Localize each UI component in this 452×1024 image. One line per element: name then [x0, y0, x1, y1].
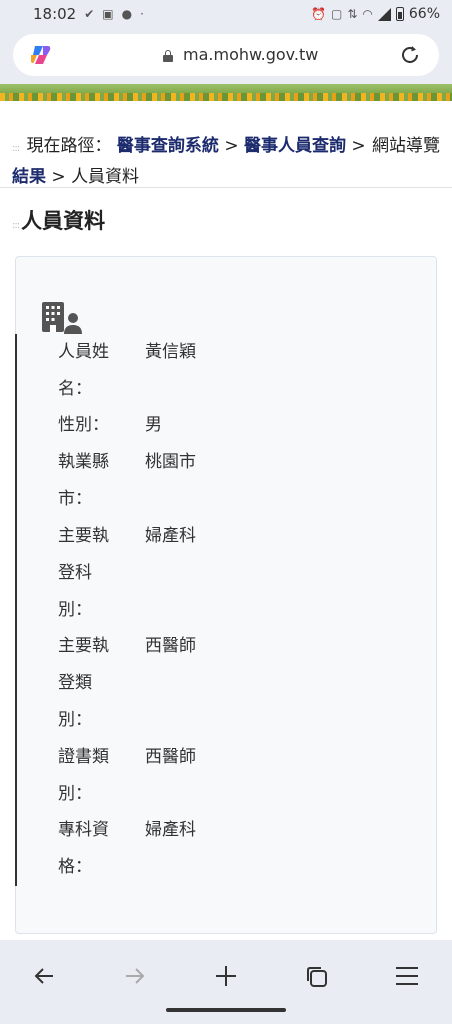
site-nav-link[interactable]: 網站導覽 — [364, 132, 440, 160]
label-city: 執業縣市： — [58, 452, 109, 509]
dot-icon: · — [140, 7, 144, 21]
card-accent-line — [15, 334, 17, 886]
battery-icon — [395, 7, 404, 21]
alarm-icon: ⏰ — [311, 7, 326, 21]
title-dots: ::: — [12, 220, 20, 231]
copilot-icon[interactable] — [29, 43, 53, 67]
value-specialty: 婦產科 — [145, 820, 196, 840]
reload-icon[interactable] — [399, 44, 421, 66]
tabs-icon — [307, 967, 327, 987]
info-row-category: 主要執登類別： 西醫師 — [58, 628, 418, 739]
label-specialty: 專科資格： — [58, 820, 109, 877]
image-icon: ▣ — [102, 7, 114, 21]
value-name: 黃信穎 — [145, 342, 196, 362]
value-category: 西醫師 — [145, 636, 196, 656]
nfc-icon: ▢ — [330, 7, 343, 21]
value-certificate: 西醫師 — [145, 747, 196, 767]
breadcrumb-prefix: 現在路徑： — [26, 136, 112, 156]
status-time: 18:02 — [33, 5, 77, 23]
battery-percent: 66% — [408, 6, 440, 22]
status-bar: 18:02 ✔ ▣ ● · ⏰ ▢ ⇅ ◠ 66% — [0, 0, 452, 28]
new-tab-button[interactable] — [206, 956, 246, 996]
info-row-specialty: 專科資格： 婦產科 — [58, 812, 418, 886]
url-text[interactable]: ma.mohw.gov.tw — [183, 45, 318, 64]
browser-toolbar: ma.mohw.gov.tw — [0, 28, 452, 84]
check-circle-icon: ✔ — [84, 7, 95, 21]
divider — [0, 187, 452, 188]
address-bar[interactable]: ma.mohw.gov.tw — [13, 34, 439, 76]
value-department: 婦產科 — [145, 526, 196, 546]
label-department: 主要執登科別： — [58, 526, 109, 620]
site-banner — [0, 84, 452, 101]
breadcrumb-separator: > — [51, 167, 72, 187]
info-row-certificate: 證書類別： 西醫師 — [58, 739, 418, 813]
org-person-icon — [42, 302, 82, 334]
value-city: 桃園市 — [145, 452, 196, 472]
breadcrumb-link-staff-query[interactable]: 醫事人員查詢 — [244, 136, 346, 156]
label-gender: 性別： — [58, 415, 109, 435]
label-name: 人員姓名： — [58, 342, 109, 399]
label-certificate: 證書類別： — [58, 747, 109, 804]
forward-button[interactable] — [115, 956, 155, 996]
value-gender: 男 — [145, 415, 162, 435]
breadcrumb-dots: ::: — [12, 143, 20, 154]
tabs-button[interactable] — [296, 956, 336, 996]
menu-button[interactable] — [387, 956, 427, 996]
vibrate-icon: ⇅ — [347, 7, 358, 21]
breadcrumb-current: 人員資料 — [71, 167, 140, 187]
breadcrumb-link-system[interactable]: 醫事查詢系統 — [117, 136, 219, 156]
home-indicator[interactable] — [166, 1008, 286, 1012]
back-button[interactable] — [24, 956, 64, 996]
menu-icon — [396, 967, 418, 985]
info-row-department: 主要執登科別： 婦產科 — [58, 518, 418, 629]
page-title-row: ::: 人員資料 — [12, 205, 105, 235]
info-row-city: 執業縣市： 桃園市 — [58, 444, 418, 518]
new-tab-icon — [216, 966, 236, 986]
wifi-icon: ◠ — [362, 7, 373, 21]
info-row-gender: 性別： 男 — [58, 407, 418, 444]
label-category: 主要執登類別： — [58, 636, 109, 730]
back-icon — [34, 968, 53, 984]
page-title: 人員資料 — [21, 209, 106, 233]
forward-icon — [126, 968, 145, 984]
android-icon: ● — [121, 7, 133, 21]
lock-icon — [163, 50, 173, 62]
signal-icon — [377, 7, 391, 21]
info-row-name: 人員姓名： 黃信穎 — [58, 334, 418, 408]
breadcrumb-separator: > — [224, 136, 244, 156]
